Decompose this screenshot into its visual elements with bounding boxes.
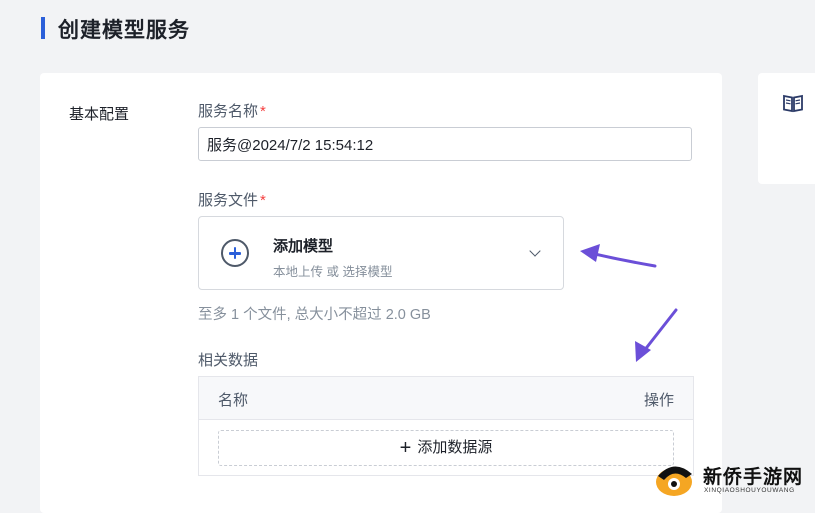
watermark-logo-icon xyxy=(656,466,692,496)
watermark: 新侨手游网 XINQIAOSHOUYOUWANG xyxy=(652,456,815,500)
watermark-subtext: XINQIAOSHOUYOUWANG xyxy=(704,487,795,494)
watermark-text: 新侨手游网 xyxy=(703,467,804,488)
arrowhead-to-dropdown xyxy=(580,244,600,262)
annotation-arrows xyxy=(580,244,678,362)
